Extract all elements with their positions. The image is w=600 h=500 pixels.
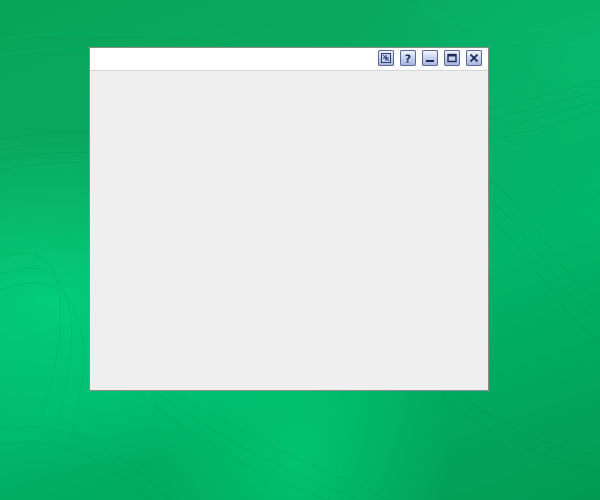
svg-text:?: ? (405, 53, 411, 65)
maximize-icon (447, 53, 457, 63)
window-controls: ? (378, 50, 482, 66)
window-titlebar[interactable]: ? (90, 48, 488, 71)
minimize-button[interactable] (422, 50, 438, 66)
shade-icon (381, 53, 391, 63)
application-window[interactable]: ? (89, 47, 489, 391)
shade-button[interactable] (378, 50, 394, 66)
help-button[interactable]: ? (400, 50, 416, 66)
close-icon (469, 53, 479, 63)
help-icon: ? (403, 52, 413, 65)
window-client-area[interactable] (90, 71, 488, 390)
maximize-button[interactable] (444, 50, 460, 66)
close-button[interactable] (466, 50, 482, 66)
minimize-icon (425, 53, 435, 63)
